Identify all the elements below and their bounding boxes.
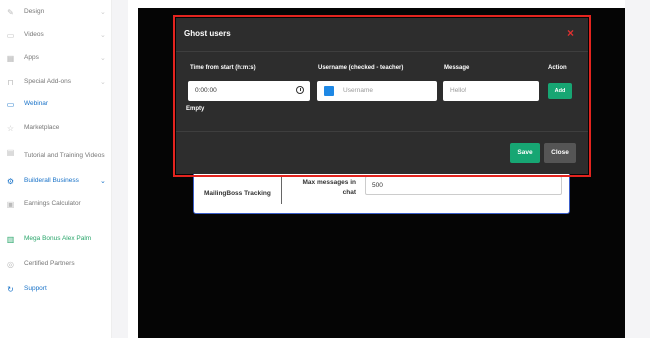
teacher-checkbox[interactable] [324, 86, 334, 96]
sidebar-item-builderall-business[interactable]: ⚙ Builderall Business ⌄ [0, 171, 112, 191]
sidebar-item-mega-bonus[interactable]: ▥ Mega Bonus Alex Palm [0, 229, 112, 249]
monitor-icon: ▭ [6, 99, 15, 109]
sidebar: ✎ Design ⌄ ▭ Videos ⌄ ▦ Apps ⌄ ⊓ Special… [0, 0, 112, 338]
empty-list-label: Empty [186, 106, 205, 112]
sidebar-item-label: Support [24, 285, 47, 292]
paint-icon: ✎ [7, 7, 14, 17]
action-column-header: Action [548, 65, 567, 71]
max-messages-input[interactable]: 500 [365, 176, 562, 195]
left-gutter [112, 0, 128, 338]
chevron-down-icon: ⌄ [100, 79, 106, 86]
message-column-header: Message [444, 65, 470, 71]
time-column-header: Time from start (h:m:s) [190, 65, 256, 71]
sidebar-item-label: Videos [24, 31, 44, 38]
sidebar-item-label: Apps [24, 54, 39, 61]
gear-icon: ⚙ [6, 176, 15, 186]
sidebar-item-videos[interactable]: ▭ Videos ⌄ [0, 25, 112, 45]
star-icon: ☆ [6, 123, 15, 133]
close-button[interactable]: Close [544, 143, 576, 163]
sidebar-item-label: Design [24, 8, 45, 15]
sidebar-item-marketplace[interactable]: ☆ Marketplace [0, 118, 112, 138]
clock-icon[interactable] [296, 86, 304, 94]
sidebar-item-label: Mega Bonus Alex Palm [24, 235, 92, 242]
calculator-icon: ▣ [6, 199, 15, 209]
chevron-down-icon: ⌄ [100, 55, 106, 62]
add-button[interactable]: Add [548, 83, 572, 99]
close-icon[interactable]: × [567, 27, 574, 39]
modal-footer-divider [176, 131, 588, 132]
modal-header-divider [176, 51, 588, 52]
sidebar-item-tutorial[interactable]: ▤ Tutorial and Training Videos [0, 144, 112, 168]
sidebar-item-label: Certified Partners [24, 260, 75, 267]
right-gutter [625, 0, 650, 338]
sidebar-item-label: Tutorial and Training Videos [24, 152, 105, 159]
sidebar-item-earnings-calculator[interactable]: ▣ Earnings Calculator [0, 194, 112, 214]
sidebar-item-certified-partners[interactable]: ◎ Certified Partners [0, 254, 112, 274]
time-input[interactable]: 0:00:00 [188, 81, 310, 101]
sidebar-item-label: Earnings Calculator [24, 200, 81, 207]
apps-icon: ▦ [6, 53, 15, 63]
form-divider [281, 176, 282, 204]
save-button[interactable]: Save [510, 143, 540, 163]
time-value: 0:00:00 [195, 87, 217, 94]
book-icon: ▤ [6, 148, 15, 157]
gift-icon: ▥ [6, 234, 15, 244]
username-input[interactable]: Username [343, 81, 373, 101]
mailingboss-tracking-label: MailingBoss Tracking [204, 190, 271, 197]
sidebar-item-label: Special Add-ons [24, 78, 71, 85]
sidebar-item-label: Marketplace [24, 124, 60, 131]
sidebar-item-design[interactable]: ✎ Design ⌄ [0, 2, 112, 22]
video-icon: ▭ [6, 30, 15, 40]
chevron-down-icon: ⌄ [100, 32, 106, 39]
chevron-down-icon: ⌄ [100, 178, 106, 185]
sidebar-item-support[interactable]: ↻ Support [0, 279, 112, 299]
username-column-header: Username (checked - teacher) [318, 65, 404, 71]
ghost-users-modal: Ghost users × Time from start (h:m:s) Us… [176, 18, 588, 174]
message-input[interactable]: Hello! [443, 81, 539, 101]
max-messages-label: Max messages in chat [302, 179, 356, 196]
chevron-down-icon: ⌄ [100, 9, 106, 16]
modal-title: Ghost users [184, 29, 231, 38]
badge-icon: ◎ [7, 259, 14, 269]
sidebar-item-apps[interactable]: ▦ Apps ⌄ [0, 48, 112, 68]
support-icon: ↻ [7, 284, 14, 294]
sidebar-item-label: Builderall Business [24, 177, 79, 184]
sidebar-item-webinar[interactable]: ▭ Webinar [0, 94, 112, 114]
cart-icon: ⊓ [7, 77, 14, 87]
sidebar-item-special-addons[interactable]: ⊓ Special Add-ons ⌄ [0, 72, 112, 92]
sidebar-item-label: Webinar [24, 100, 49, 107]
username-field[interactable]: Username [317, 81, 437, 101]
